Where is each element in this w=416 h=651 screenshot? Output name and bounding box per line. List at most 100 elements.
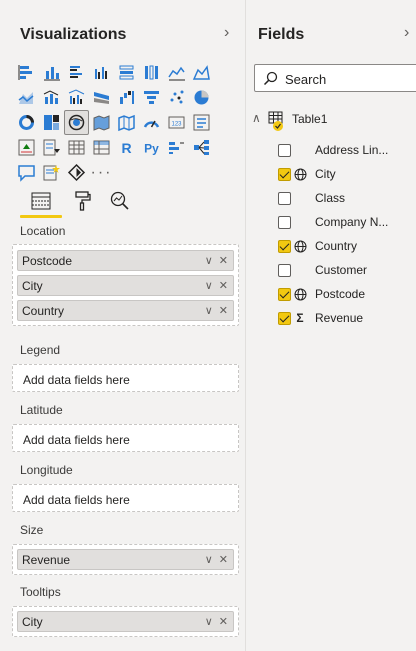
svg-text:R: R xyxy=(121,140,131,156)
latitude-well-label: Latitude xyxy=(20,403,63,417)
tooltips-well[interactable]: City ∨ ✕ xyxy=(12,606,239,637)
field-checkbox[interactable] xyxy=(278,168,291,181)
table-icon[interactable] xyxy=(64,135,89,160)
field-item[interactable]: Postcode xyxy=(278,285,416,305)
format-paint-roller-icon[interactable] xyxy=(65,186,101,216)
pie-chart-icon[interactable] xyxy=(189,85,214,110)
field-item[interactable]: Country xyxy=(278,237,416,257)
visualizations-title: Visualizations xyxy=(20,26,127,43)
visual-type-gallery: 123 R Py ··· xyxy=(14,60,236,185)
stacked-bar-chart-icon[interactable] xyxy=(14,60,39,85)
globe-icon xyxy=(293,239,307,253)
chevron-down-icon[interactable]: ∨ xyxy=(205,254,213,267)
collapse-visualizations-chevron-icon[interactable]: › xyxy=(224,24,229,42)
chevron-down-icon[interactable]: ∨ xyxy=(205,553,213,566)
analytics-magnifier-icon[interactable] xyxy=(102,186,138,216)
field-item[interactable]: City xyxy=(278,165,416,185)
field-checkbox[interactable] xyxy=(278,264,291,277)
search-icon xyxy=(263,71,278,86)
fields-search-box[interactable]: Search xyxy=(254,64,416,92)
field-checkbox[interactable] xyxy=(278,312,291,325)
table-name: Table1 xyxy=(292,112,328,126)
stacked-area-chart-icon[interactable] xyxy=(14,85,39,110)
field-item[interactable]: Class xyxy=(278,189,416,209)
area-chart-icon[interactable] xyxy=(189,60,214,85)
power-apps-icon[interactable] xyxy=(64,160,89,185)
field-checkbox[interactable] xyxy=(278,240,291,253)
more-visuals-ellipsis-icon[interactable]: ··· xyxy=(89,160,114,185)
key-influencers-icon[interactable] xyxy=(164,135,189,160)
slicer-icon[interactable] xyxy=(39,135,64,160)
longitude-well-label: Longitude xyxy=(20,463,73,477)
location-field-pill[interactable]: City ∨ ✕ xyxy=(17,275,234,296)
field-label: Customer xyxy=(315,263,368,277)
location-field-pill[interactable]: Country ∨ ✕ xyxy=(17,300,234,321)
chevron-up-icon[interactable]: ∧ xyxy=(252,111,261,125)
line-and-clustered-column-chart-icon[interactable] xyxy=(64,85,89,110)
field-checkbox[interactable] xyxy=(278,288,291,301)
tooltips-field-pill[interactable]: City ∨ ✕ xyxy=(17,611,234,632)
donut-chart-icon[interactable] xyxy=(14,110,39,135)
shape-map-icon[interactable] xyxy=(114,110,139,135)
close-icon[interactable]: ✕ xyxy=(219,615,228,628)
size-well[interactable]: Revenue ∨ ✕ xyxy=(12,544,239,575)
field-label: City xyxy=(315,167,336,181)
pill-label: City xyxy=(22,278,43,293)
field-item[interactable]: Σ Revenue xyxy=(278,309,416,329)
field-label: Class xyxy=(315,191,346,205)
ribbon-chart-icon[interactable] xyxy=(89,85,114,110)
field-label: Address Lin... xyxy=(315,143,389,157)
field-item[interactable]: Address Lin... xyxy=(278,141,416,161)
visual-pane-tabs xyxy=(14,186,144,220)
field-item[interactable]: Customer xyxy=(278,261,416,281)
longitude-placeholder: Add data fields here xyxy=(23,493,130,507)
legend-well[interactable]: Add data fields here xyxy=(12,364,239,392)
close-icon[interactable]: ✕ xyxy=(219,553,228,566)
treemap-icon[interactable] xyxy=(39,110,64,135)
map-icon[interactable] xyxy=(64,110,89,135)
field-item[interactable]: Company N... xyxy=(278,213,416,233)
close-icon[interactable]: ✕ xyxy=(219,279,228,292)
clustered-bar-chart-icon[interactable] xyxy=(64,60,89,85)
clustered-column-chart-icon[interactable] xyxy=(89,60,114,85)
fields-tab-icon[interactable] xyxy=(23,186,59,216)
100-stacked-column-chart-icon[interactable] xyxy=(139,60,164,85)
chevron-down-icon[interactable]: ∨ xyxy=(205,279,213,292)
line-and-stacked-column-chart-icon[interactable] xyxy=(39,85,64,110)
pill-label: Revenue xyxy=(22,552,71,567)
qa-visual-icon[interactable] xyxy=(14,160,39,185)
table-node[interactable]: ∧ Table1 xyxy=(252,110,412,131)
chevron-down-icon[interactable]: ∨ xyxy=(205,304,213,317)
field-checkbox[interactable] xyxy=(278,192,291,205)
fields-pane: Fields › Search ∧ Table1 Address Lin... … xyxy=(246,0,416,651)
kpi-icon[interactable] xyxy=(14,135,39,160)
location-well[interactable]: Postcode ∨ ✕ City ∨ ✕ Country ∨ ✕ xyxy=(12,244,239,326)
filled-map-icon[interactable] xyxy=(89,110,114,135)
matrix-icon[interactable] xyxy=(89,135,114,160)
card-icon[interactable]: 123 xyxy=(164,110,189,135)
size-field-pill[interactable]: Revenue ∨ ✕ xyxy=(17,549,234,570)
smart-narrative-icon[interactable] xyxy=(39,160,64,185)
close-icon[interactable]: ✕ xyxy=(219,304,228,317)
longitude-well[interactable]: Add data fields here xyxy=(12,484,239,512)
multi-row-card-icon[interactable] xyxy=(189,110,214,135)
search-placeholder: Search xyxy=(285,72,327,87)
line-chart-icon[interactable] xyxy=(164,60,189,85)
stacked-column-chart-icon[interactable] xyxy=(39,60,64,85)
field-checkbox[interactable] xyxy=(278,216,291,229)
field-checkbox[interactable] xyxy=(278,144,291,157)
waterfall-chart-icon[interactable] xyxy=(114,85,139,110)
chevron-down-icon[interactable]: ∨ xyxy=(205,615,213,628)
scatter-chart-icon[interactable] xyxy=(164,85,189,110)
latitude-well[interactable]: Add data fields here xyxy=(12,424,239,452)
100-stacked-bar-chart-icon[interactable] xyxy=(114,60,139,85)
funnel-chart-icon[interactable] xyxy=(139,85,164,110)
r-script-visual-icon[interactable]: R xyxy=(114,135,139,160)
close-icon[interactable]: ✕ xyxy=(219,254,228,267)
decomposition-tree-icon[interactable] xyxy=(189,135,214,160)
location-field-pill[interactable]: Postcode ∨ ✕ xyxy=(17,250,234,271)
location-well-label: Location xyxy=(20,224,66,238)
collapse-fields-chevron-icon[interactable]: › xyxy=(404,24,409,42)
python-visual-icon[interactable]: Py xyxy=(139,135,164,160)
gauge-icon[interactable] xyxy=(139,110,164,135)
